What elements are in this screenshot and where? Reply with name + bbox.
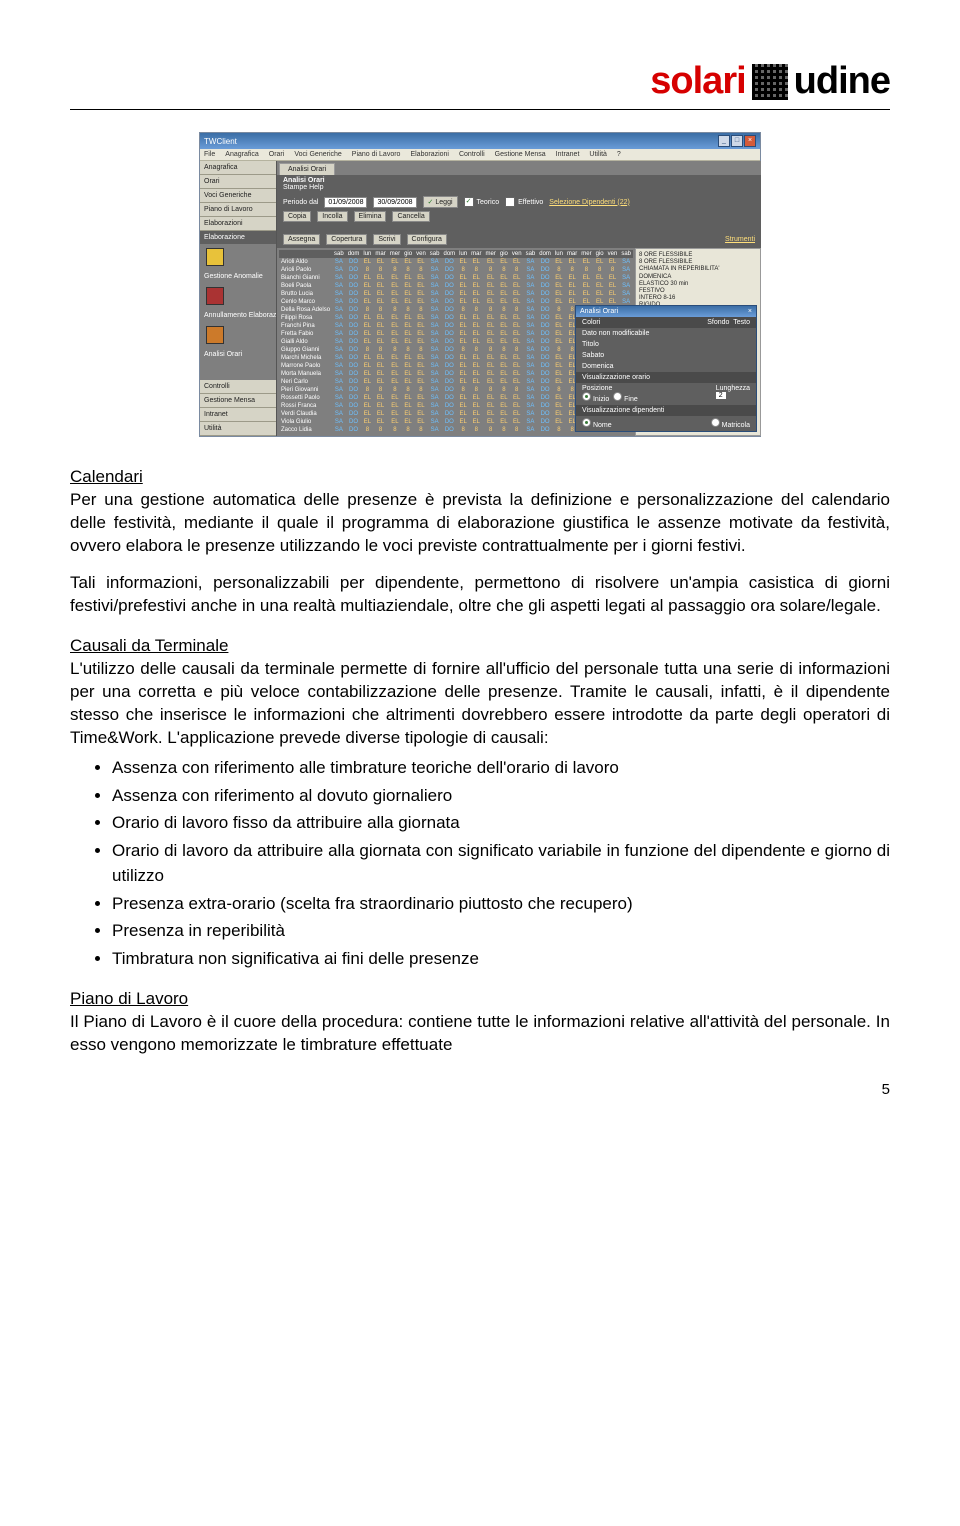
bullet-item: Presenza in reperibilità <box>112 918 890 944</box>
posizione-label: Posizione <box>582 385 612 392</box>
sidenav-item-label: Analisi Orari <box>200 348 276 361</box>
periodo-label: Periodo dal <box>283 199 318 206</box>
popup-row: Domenica <box>576 361 756 372</box>
menu-item[interactable]: Voci Generiche <box>294 151 341 158</box>
date-to-field[interactable]: 30/09/2008 <box>373 197 416 208</box>
bullet-item: Timbratura non significativa ai fini del… <box>112 946 890 972</box>
popup-close-icon[interactable]: × <box>748 308 752 315</box>
minimize-button[interactable]: _ <box>718 135 730 147</box>
window-title: TWClient <box>204 137 237 146</box>
menu-item[interactable]: Piano di Lavoro <box>352 151 401 158</box>
copertura-button[interactable]: Copertura <box>326 234 367 245</box>
configura-button[interactable]: Configura <box>407 234 447 245</box>
incolla-button[interactable]: Incolla <box>317 211 347 222</box>
piano-title: Piano di Lavoro <box>70 989 890 1009</box>
page-header: solari udine <box>70 60 890 110</box>
bullet-item: Presenza extra-orario (scelta fra straor… <box>112 891 890 917</box>
logo-text-udine: udine <box>794 60 890 103</box>
popup-row: Sabato <box>576 350 756 361</box>
copia-button[interactable]: Copia <box>283 211 311 222</box>
calendari-body-2: Tali informazioni, personalizzabili per … <box>70 572 890 618</box>
window-titlebar: TWClient _ □ × <box>200 133 760 149</box>
cancella-button[interactable]: Cancella <box>392 211 429 222</box>
sidenav-section: Elaborazione <box>200 231 276 244</box>
app-screenshot: TWClient _ □ × File Anagrafica Orari Voc… <box>199 132 761 437</box>
popup-row: Titolo <box>576 339 756 350</box>
sidenav-tab[interactable]: Gestione Mensa <box>200 394 276 408</box>
sidenav-tab[interactable]: Anagrafica <box>200 161 276 175</box>
bullet-item: Assenza con riferimento alle timbrature … <box>112 755 890 781</box>
maximize-button[interactable]: □ <box>731 135 743 147</box>
causali-body: L'utilizzo delle causali da terminale pe… <box>70 658 890 750</box>
causali-bullets: Assenza con riferimento alle timbrature … <box>70 755 890 971</box>
sidenav-tab[interactable]: Utilità <box>200 422 276 436</box>
sidenav-tab[interactable]: Voci Generiche <box>200 189 276 203</box>
lunghezza-field[interactable]: 2 <box>716 392 726 399</box>
popup-section-vis-orario: Visualizzazione orario <box>576 372 756 383</box>
assegna-button[interactable]: Assegna <box>283 234 320 245</box>
chart-icon <box>206 326 224 344</box>
sidenav-tab[interactable]: Piano di Lavoro <box>200 203 276 217</box>
lunghezza-label: Lunghezza <box>716 385 750 392</box>
piano-body: Il Piano di Lavoro è il cuore della proc… <box>70 1011 890 1057</box>
side-navigation: Anagrafica Orari Voci Generiche Piano di… <box>200 161 277 436</box>
bullet-item: Orario di lavoro da attribuire alla gior… <box>112 838 890 889</box>
menu-item[interactable]: Controlli <box>459 151 485 158</box>
inizio-radio[interactable] <box>582 392 591 401</box>
popup-row: Dato non modificabile <box>576 328 756 339</box>
menu-item[interactable]: Gestione Mensa <box>495 151 546 158</box>
menu-item[interactable]: Elaborazioni <box>410 151 449 158</box>
sidenav-item[interactable] <box>200 322 276 348</box>
sidenav-tab[interactable]: Controlli <box>200 380 276 394</box>
menu-item[interactable]: Orari <box>269 151 285 158</box>
popup-title: Analisi Orari <box>580 308 618 315</box>
menu-item[interactable]: Intranet <box>556 151 580 158</box>
elimina-button[interactable]: Elimina <box>354 211 387 222</box>
logo-cube-icon <box>752 64 788 100</box>
causali-title: Causali da Terminale <box>70 636 890 656</box>
bullet-item: Orario di lavoro fisso da attribuire all… <box>112 810 890 836</box>
sidenav-item-label: Annullamento Elaborazioni <box>200 309 276 322</box>
bullet-item: Assenza con riferimento al dovuto giorna… <box>112 783 890 809</box>
date-from-field[interactable]: 01/09/2008 <box>324 197 367 208</box>
logo-text-solari: solari <box>650 60 745 103</box>
sidenav-item[interactable] <box>200 283 276 309</box>
warning-icon <box>206 248 224 266</box>
sidenav-item-label: Gestione Anomalie <box>200 270 276 283</box>
calendari-title: Calendari <box>70 467 890 487</box>
settings-popup: Analisi Orari × Colori Sfondo Testo Dato … <box>575 305 757 432</box>
panel-title: Analisi Orari Stampe Help <box>277 175 761 193</box>
calendari-body: Per una gestione automatica delle presen… <box>70 489 890 558</box>
tab-analisi-orari[interactable]: Analisi Orari <box>279 163 335 175</box>
sidenav-tab[interactable]: Elaborazioni <box>200 217 276 231</box>
leggi-button[interactable]: ✓Leggi <box>423 196 458 208</box>
menu-bar[interactable]: File Anagrafica Orari Voci Generiche Pia… <box>200 149 760 161</box>
scrivi-button[interactable]: Scrivi <box>373 234 400 245</box>
popup-section-colori: Colori Sfondo Testo <box>576 317 756 328</box>
sidenav-tab[interactable]: Orari <box>200 175 276 189</box>
teorico-checkbox[interactable]: ✓Teorico <box>464 197 500 207</box>
nome-radio[interactable] <box>582 418 591 427</box>
sidenav-tab[interactable]: Intranet <box>200 408 276 422</box>
menu-item[interactable]: File <box>204 151 215 158</box>
menu-item[interactable]: Utilità <box>589 151 607 158</box>
close-button[interactable]: × <box>744 135 756 147</box>
panel-title-text: Analisi Orari <box>283 177 325 184</box>
effettivo-checkbox[interactable]: Effettivo <box>505 197 543 207</box>
matricola-radio[interactable] <box>711 418 720 427</box>
menu-item[interactable]: Anagrafica <box>225 151 258 158</box>
menu-item[interactable]: ? <box>617 151 621 158</box>
strumenti-link[interactable]: Strumenti <box>725 236 755 243</box>
selezione-dipendenti-link[interactable]: Selezione Dipendenti (22) <box>549 199 630 206</box>
popup-section-vis-dip: Visualizzazione dipendenti <box>576 405 756 416</box>
sidenav-item[interactable] <box>200 244 276 270</box>
page-number: 5 <box>70 1081 890 1098</box>
fine-radio[interactable] <box>613 392 622 401</box>
company-logo: solari udine <box>650 60 890 103</box>
cancel-icon <box>206 287 224 305</box>
panel-subtitle: Stampe Help <box>283 184 323 191</box>
